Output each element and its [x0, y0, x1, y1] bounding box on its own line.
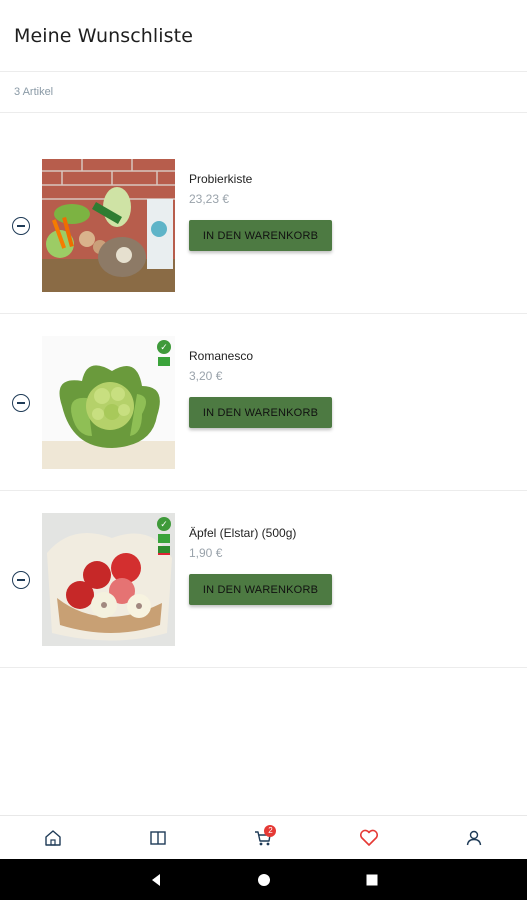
wishlist: Probierkiste 23,23 € IN DEN WARENKORB ✓ [0, 137, 527, 668]
system-home-button[interactable] [256, 872, 272, 888]
product-image[interactable] [42, 159, 175, 292]
system-back-button[interactable] [148, 872, 164, 888]
nav-cart[interactable]: 2 [243, 818, 283, 858]
check-badge-icon: ✓ [157, 340, 171, 354]
product-image[interactable]: ✓ [42, 336, 175, 469]
wishlist-item: ✓ Äpfel (Elstar) (500g) 1,90 € IN DEN WA… [0, 491, 527, 668]
eu-organic-icon [158, 357, 170, 366]
product-name[interactable]: Romanesco [189, 349, 253, 363]
nav-catalog[interactable] [138, 818, 178, 858]
apples-image [42, 513, 175, 646]
system-recents-button[interactable] [364, 872, 380, 888]
home-icon [44, 829, 61, 846]
recents-icon [366, 874, 377, 885]
system-navigation-bar [0, 859, 527, 900]
vegetable-box-image [42, 159, 175, 292]
nav-wishlist[interactable] [349, 818, 389, 858]
bottom-navigation: 2 [0, 815, 527, 859]
nav-account[interactable] [454, 818, 494, 858]
product-price: 23,23 € [189, 192, 230, 206]
product-price: 3,20 € [189, 369, 223, 383]
nav-home[interactable] [33, 818, 73, 858]
product-price: 1,90 € [189, 546, 223, 560]
app-header: Meine Wunschliste [0, 0, 527, 72]
catalog-icon [150, 830, 166, 845]
remove-item-button[interactable] [12, 217, 30, 235]
user-icon [467, 830, 482, 845]
cart-count-badge: 2 [264, 824, 277, 837]
product-image[interactable]: ✓ [42, 513, 175, 646]
bio-label-icon [158, 546, 170, 555]
page-title: Meine Wunschliste [14, 24, 194, 47]
home-circle-icon [257, 873, 270, 886]
product-name[interactable]: Äpfel (Elstar) (500g) [189, 526, 296, 540]
certification-badges: ✓ [157, 517, 171, 555]
remove-item-button[interactable] [12, 394, 30, 412]
remove-item-button[interactable] [12, 571, 30, 589]
item-count-bar: 3 Artikel [0, 72, 527, 113]
heart-icon [359, 829, 378, 846]
back-icon [151, 873, 160, 886]
product-name[interactable]: Probierkiste [189, 172, 252, 186]
wishlist-item: Probierkiste 23,23 € IN DEN WARENKORB [0, 137, 527, 314]
check-badge-icon: ✓ [157, 517, 171, 531]
add-to-cart-button[interactable]: IN DEN WARENKORB [189, 220, 332, 251]
romanesco-image [42, 336, 175, 469]
add-to-cart-button[interactable]: IN DEN WARENKORB [189, 574, 332, 605]
eu-organic-icon [158, 534, 170, 543]
item-count: 3 Artikel [14, 86, 54, 98]
add-to-cart-button[interactable]: IN DEN WARENKORB [189, 397, 332, 428]
wishlist-item: ✓ Romanesco 3,20 € IN DEN WARENKORB [0, 314, 527, 491]
certification-badges: ✓ [157, 340, 171, 366]
